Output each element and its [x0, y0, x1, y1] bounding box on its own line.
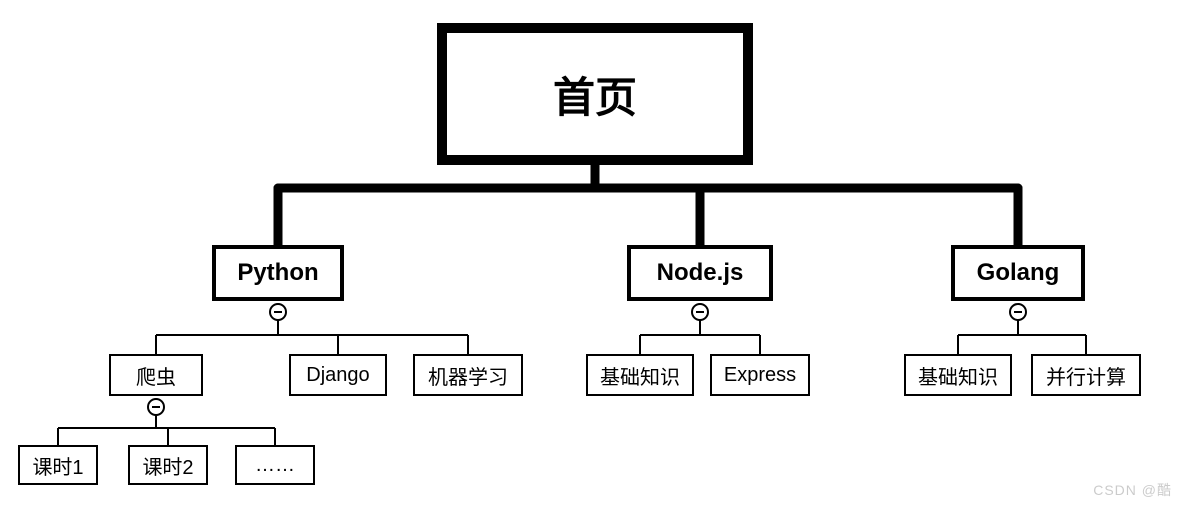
- node-express: Express: [710, 354, 810, 396]
- node-ml: 机器学习: [413, 354, 523, 396]
- node-python-label: Python: [237, 259, 318, 287]
- collapse-icon[interactable]: [269, 303, 287, 321]
- node-express-label: Express: [724, 364, 796, 387]
- node-golang-label: Golang: [977, 259, 1060, 287]
- collapse-icon[interactable]: [1009, 303, 1027, 321]
- node-lesson2-label: 课时2: [142, 451, 193, 480]
- node-django: Django: [289, 354, 387, 396]
- node-crawler-label: 爬虫: [136, 361, 176, 390]
- node-python: Python: [212, 245, 344, 301]
- node-root: 首页: [437, 23, 753, 165]
- node-node-basics: 基础知识: [586, 354, 694, 396]
- node-root-label: 首页: [553, 64, 637, 125]
- node-lesson1: 课时1: [18, 445, 98, 485]
- node-nodejs: Node.js: [627, 245, 773, 301]
- node-ellipsis-label: ……: [255, 454, 295, 477]
- watermark: CSDN @酷: [1093, 480, 1172, 500]
- node-nodejs-label: Node.js: [657, 259, 744, 287]
- node-go-basics: 基础知识: [904, 354, 1012, 396]
- node-go-basics-label: 基础知识: [918, 361, 998, 390]
- node-parallel-label: 并行计算: [1046, 361, 1126, 390]
- collapse-icon[interactable]: [691, 303, 709, 321]
- node-ellipsis: ……: [235, 445, 315, 485]
- node-lesson2: 课时2: [128, 445, 208, 485]
- node-golang: Golang: [951, 245, 1085, 301]
- node-django-label: Django: [306, 364, 369, 387]
- node-lesson1-label: 课时1: [32, 451, 83, 480]
- node-parallel: 并行计算: [1031, 354, 1141, 396]
- node-crawler: 爬虫: [109, 354, 203, 396]
- node-node-basics-label: 基础知识: [600, 361, 680, 390]
- collapse-icon[interactable]: [147, 398, 165, 416]
- node-ml-label: 机器学习: [428, 361, 508, 390]
